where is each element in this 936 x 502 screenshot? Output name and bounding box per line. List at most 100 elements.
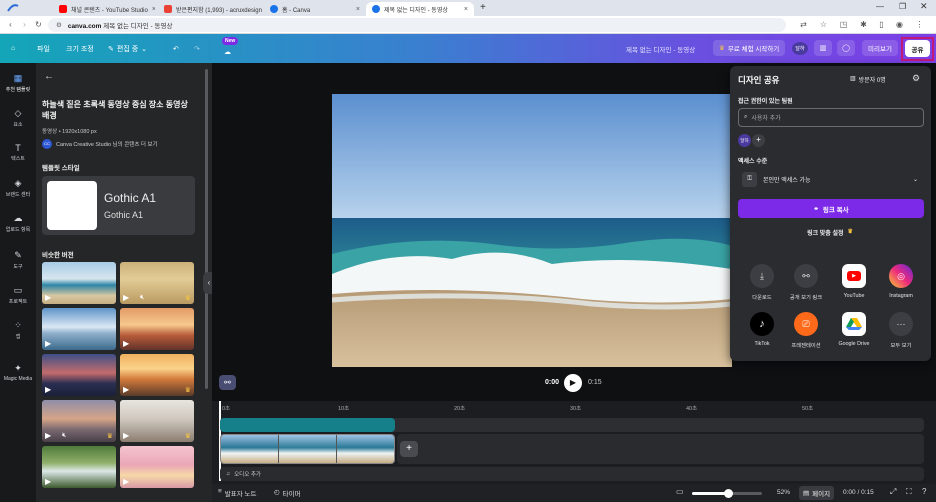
- link-settings-button[interactable]: 링크 맞춤 설정 ♛: [790, 228, 870, 237]
- youtube-icon[interactable]: ▶: [842, 264, 866, 288]
- file-menu-button[interactable]: 파일: [37, 41, 50, 56]
- more-icon[interactable]: ⋯: [889, 312, 913, 336]
- timer-button[interactable]: ◴ 타이머: [274, 488, 301, 498]
- presenter-notes-button[interactable]: ≡ 발표자 노트: [218, 488, 257, 498]
- link-icon[interactable]: ⚯: [794, 264, 818, 288]
- audio-track[interactable]: ♫ 오디오 추가: [220, 467, 924, 481]
- url-bar[interactable]: ⚙ canva.com 제목 없는 디자인 - 동영상: [48, 18, 786, 32]
- new-tab-button[interactable]: +: [480, 2, 486, 13]
- app-label: Instagram: [889, 293, 913, 299]
- rail-item-magic-media[interactable]: ✦ Magic Media: [0, 363, 36, 382]
- zoom-slider-knob[interactable]: [724, 489, 734, 498]
- access-level-select[interactable]: ⚿ 본인만 액세스 가능 ⌄: [738, 169, 924, 190]
- video-frame[interactable]: [332, 94, 732, 367]
- avatar[interactable]: 달하: [792, 42, 808, 55]
- browser-menu-icon[interactable]: [6, 3, 20, 13]
- add-people-input[interactable]: ⌕ 사용자 추가: [738, 108, 924, 127]
- thumbnail-dusk-island[interactable]: ▶: [42, 354, 116, 396]
- member-avatar[interactable]: 달하: [738, 134, 751, 147]
- trial-label: 무료 체험 시작하기: [727, 46, 780, 53]
- browser-more-icon[interactable]: ⋮: [914, 19, 925, 30]
- thumbnail-clouds[interactable]: ▶: [42, 308, 116, 350]
- author-row[interactable]: CC Canva Creative Studio 님의 콘텐츠 더 보기: [42, 139, 158, 149]
- animation-clip[interactable]: [220, 418, 395, 432]
- home-button[interactable]: ⌂: [11, 41, 15, 56]
- thumbnail-sunset-beach[interactable]: ▶ 🔇︎ ♛: [120, 262, 194, 304]
- visitors-button[interactable]: ▥ 방문자 0명: [850, 75, 886, 84]
- close-icon[interactable]: ×: [464, 6, 468, 13]
- copy-link-button[interactable]: ⚭ 링크 복사: [738, 199, 924, 218]
- rail-item-brand[interactable]: ◈ 브랜드 센터: [0, 178, 36, 198]
- comment-button[interactable]: ◯: [837, 40, 855, 56]
- reload-icon[interactable]: ↻: [33, 19, 44, 30]
- tab-gmail[interactable]: 받은편지함 (1,993) - acruxdesign ×: [158, 2, 264, 16]
- analytics-button[interactable]: ▥: [814, 40, 832, 56]
- close-icon[interactable]: ×: [152, 6, 155, 13]
- present-icon[interactable]: ⎚: [794, 312, 818, 336]
- instagram-icon[interactable]: ◎: [889, 264, 913, 288]
- share-settings-icon[interactable]: ⚙: [912, 73, 920, 84]
- zoom-fit-icon[interactable]: ▭: [676, 487, 684, 496]
- restore-icon[interactable]: ❐: [899, 2, 906, 11]
- tiktok-icon[interactable]: ♪: [750, 312, 774, 336]
- download-icon[interactable]: ⤓: [750, 264, 774, 288]
- undo-button[interactable]: ↶: [173, 41, 179, 56]
- rail-item-uploads[interactable]: ☁ 업로드 항목: [0, 213, 36, 233]
- play-button[interactable]: ▶: [564, 374, 582, 392]
- video-clip[interactable]: [220, 434, 395, 464]
- expand-icon[interactable]: ⛶: [906, 487, 912, 497]
- thumbnail-lighthouse[interactable]: ▶ 🔇︎ ♛: [42, 400, 116, 442]
- canva-icon: [270, 5, 278, 13]
- sidepanel-icon[interactable]: ▯: [876, 19, 887, 30]
- tab-youtube-studio[interactable]: 채널 콘텐츠 - YouTube Studio ×: [53, 2, 155, 16]
- share-button[interactable]: 공유: [905, 40, 930, 57]
- site-info-icon[interactable]: ⚙: [56, 21, 62, 29]
- profile-icon[interactable]: ◉: [894, 19, 905, 30]
- forward-icon[interactable]: ›: [19, 19, 30, 30]
- close-icon[interactable]: ×: [356, 6, 360, 13]
- rail-item-apps[interactable]: ⁘ 앱: [0, 320, 36, 340]
- fullscreen-icon[interactable]: ⤢: [890, 487, 896, 497]
- bookmark-icon[interactable]: ☆: [818, 19, 829, 30]
- thumbnail-waterfall[interactable]: ▶: [42, 446, 116, 488]
- rail-item-projects[interactable]: ▭ 프로젝트: [0, 285, 36, 305]
- cloud-save-button[interactable]: ☁: [224, 44, 231, 59]
- style-card[interactable]: Gothic A1 Gothic A1: [42, 176, 195, 235]
- brand-icon: ◈: [14, 178, 22, 188]
- doc-title[interactable]: 제목 없는 디자인 - 동영상: [626, 41, 695, 56]
- help-icon[interactable]: ?: [922, 487, 926, 496]
- panel-scrollbar[interactable]: [205, 69, 208, 389]
- start-trial-button[interactable]: ♛ 무료 체험 시작하기: [713, 40, 786, 56]
- rail-item-elements[interactable]: ◇ 요소: [0, 108, 36, 128]
- back-icon[interactable]: ‹: [5, 19, 16, 30]
- resize-button[interactable]: 크기 조정: [66, 41, 94, 56]
- rail-item-templates[interactable]: ▦ 추천 템플릿: [0, 73, 36, 93]
- magic-switch-button[interactable]: ⚯: [219, 375, 236, 390]
- translate-icon[interactable]: ⇄: [798, 19, 809, 30]
- thumbnail-beach[interactable]: ▶: [42, 262, 116, 304]
- preview-button[interactable]: 미리보기: [862, 40, 898, 56]
- redo-button[interactable]: ↷: [194, 41, 200, 56]
- pages-button[interactable]: ▤ 페이지: [799, 486, 835, 500]
- tab-canva-design[interactable]: 제목 없는 디자인 - 동영상 ×: [366, 2, 474, 16]
- add-member-button[interactable]: +: [752, 134, 765, 147]
- rail-item-tools[interactable]: ✎ 도구: [0, 250, 36, 270]
- window-close-icon[interactable]: ✕: [920, 1, 928, 12]
- extension-icon[interactable]: ◳: [838, 19, 849, 30]
- back-arrow-icon[interactable]: ←: [44, 71, 54, 82]
- comment-icon: ◯: [842, 45, 850, 52]
- thumbnail-flowers[interactable]: ▶: [120, 446, 194, 488]
- add-clip-button[interactable]: +: [400, 441, 418, 457]
- thumbnail-bedroom[interactable]: ▶ ♛: [120, 400, 194, 442]
- zoom-slider[interactable]: [692, 489, 762, 498]
- tab-canva-home[interactable]: 홈 - Canva ×: [264, 2, 366, 16]
- edit-mode-button[interactable]: ✎ 편집 중 ⌄: [108, 41, 147, 56]
- app-label: TikTok: [754, 341, 770, 347]
- drive-icon[interactable]: [842, 312, 866, 336]
- rail-item-text[interactable]: T 텍스트: [0, 143, 36, 162]
- thumbnail-sunset-sea[interactable]: ▶: [120, 308, 194, 350]
- thumbnail-golden-sea[interactable]: ▶ ♛: [120, 354, 194, 396]
- puzzle-icon[interactable]: ✱: [858, 19, 869, 30]
- minimize-icon[interactable]: —: [876, 2, 884, 11]
- zoom-percent[interactable]: 52%: [777, 489, 790, 496]
